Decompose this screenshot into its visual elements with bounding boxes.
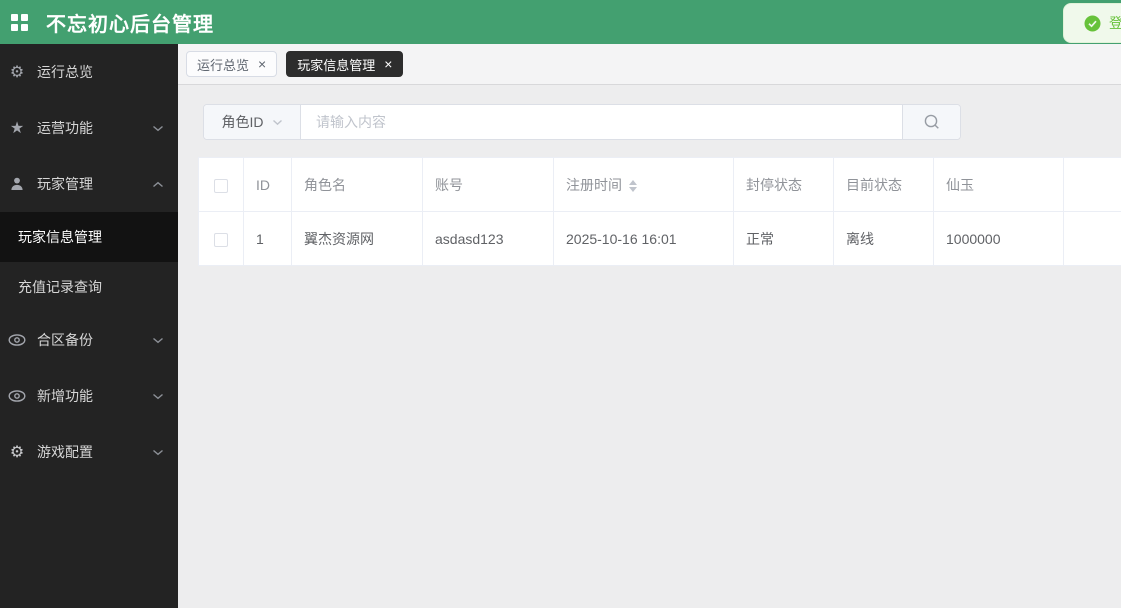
column-header-ban-status: 封停状态 bbox=[733, 157, 834, 212]
sidebar-item-zone-merge-backup[interactable]: 合区备份 bbox=[0, 312, 178, 368]
sidebar-item-label: 运行总览 bbox=[37, 64, 93, 80]
search-bar: 角色ID bbox=[203, 104, 961, 140]
column-header-id: ID bbox=[243, 157, 292, 212]
search-field-select[interactable]: 角色ID bbox=[204, 105, 301, 139]
chevron-down-icon bbox=[152, 393, 164, 400]
chevron-down-icon bbox=[152, 449, 164, 456]
eye-icon bbox=[6, 390, 28, 402]
sidebar-item-new-features[interactable]: 新增功能 bbox=[0, 368, 178, 424]
chevron-down-icon bbox=[152, 337, 164, 344]
chevron-up-icon bbox=[152, 181, 164, 188]
cell-current-status: 离线 bbox=[833, 211, 934, 266]
chevron-down-icon bbox=[152, 125, 164, 132]
row-checkbox[interactable] bbox=[214, 232, 228, 247]
cell-register-time: 2025-10-16 16:01 bbox=[553, 211, 734, 266]
user-icon bbox=[6, 176, 28, 192]
tab-label: 运行总览 bbox=[197, 57, 250, 73]
column-header-role-name: 角色名 bbox=[291, 157, 423, 212]
main-content: 运行总览 × 玩家信息管理 × 角色ID 请输入内容 ID 角色名 账号 注册时… bbox=[178, 44, 1121, 608]
tab-player-info-management[interactable]: 玩家信息管理 × bbox=[286, 51, 404, 77]
cell-account: asdasd123 bbox=[422, 211, 554, 266]
sidebar-item-label: 玩家管理 bbox=[37, 176, 93, 192]
column-header-extra bbox=[1063, 157, 1121, 212]
table-row: 1 翼杰资源网 asdasd123 2025-10-16 16:01 正常 离线… bbox=[198, 211, 1121, 266]
cell-ban-status: 正常 bbox=[733, 211, 834, 266]
cell-extra bbox=[1063, 211, 1121, 266]
gear-solid-icon: ⚙ bbox=[9, 444, 25, 461]
sidebar-item-label: 合区备份 bbox=[37, 332, 93, 348]
admin-app: 不忘初心后台管理 登 ⚙ 运行总览 ★ 运营功能 玩家管理 玩家信息管理 充值记… bbox=[0, 0, 1121, 608]
success-check-icon bbox=[1084, 15, 1101, 32]
sidebar-item-label: 运营功能 bbox=[37, 120, 93, 136]
search-input[interactable] bbox=[301, 105, 902, 139]
success-toast: 登 bbox=[1063, 3, 1121, 43]
sidebar-item-label: 新增功能 bbox=[37, 388, 93, 404]
cell-id: 1 bbox=[243, 211, 292, 266]
tab-label: 玩家信息管理 bbox=[297, 57, 376, 73]
sidebar-item-label: 游戏配置 bbox=[37, 444, 93, 460]
toast-text: 登 bbox=[1109, 15, 1121, 31]
page-title: 不忘初心后台管理 bbox=[46, 13, 214, 36]
grid-icon[interactable] bbox=[10, 12, 30, 32]
star-icon: ★ bbox=[9, 120, 25, 137]
sidebar-item-run-overview[interactable]: ⚙ 运行总览 bbox=[0, 44, 178, 100]
search-icon bbox=[923, 113, 941, 131]
select-value: 角色ID bbox=[221, 114, 264, 130]
sidebar-item-player-info-management[interactable]: 玩家信息管理 bbox=[0, 212, 178, 262]
close-icon[interactable]: × bbox=[384, 57, 392, 71]
sidebar: ⚙ 运行总览 ★ 运营功能 玩家管理 玩家信息管理 充值记录查询 合区备份 新增… bbox=[0, 44, 178, 608]
column-header-current-status: 目前状态 bbox=[833, 157, 934, 212]
cell-role-name: 翼杰资源网 bbox=[291, 211, 423, 266]
sidebar-item-game-config[interactable]: ⚙ 游戏配置 bbox=[0, 424, 178, 480]
sidebar-subitem-label: 玩家信息管理 bbox=[18, 229, 102, 245]
sidebar-item-operations[interactable]: ★ 运营功能 bbox=[0, 100, 178, 156]
top-header: 不忘初心后台管理 bbox=[0, 0, 1121, 44]
sidebar-item-player-management[interactable]: 玩家管理 bbox=[0, 156, 178, 212]
close-icon[interactable]: × bbox=[258, 57, 266, 71]
eye-icon bbox=[6, 334, 28, 346]
search-button[interactable] bbox=[902, 105, 960, 139]
chevron-down-icon bbox=[272, 119, 283, 126]
sidebar-subitem-label: 充值记录查询 bbox=[18, 279, 102, 295]
sort-toggle[interactable] bbox=[629, 179, 637, 192]
column-header-account: 账号 bbox=[422, 157, 554, 212]
tab-run-overview[interactable]: 运行总览 × bbox=[186, 51, 278, 77]
player-table: ID 角色名 账号 注册时间 封停状态 目前状态 仙玉 1 翼杰资源网 asda… bbox=[198, 157, 1121, 266]
sidebar-item-recharge-record-query[interactable]: 充值记录查询 bbox=[0, 262, 178, 312]
gear-icon: ⚙ bbox=[9, 64, 25, 81]
select-all-checkbox[interactable] bbox=[214, 178, 228, 193]
tab-bar: 运行总览 × 玩家信息管理 × bbox=[178, 44, 1121, 85]
cell-xianyu: 1000000 bbox=[933, 211, 1064, 266]
table-header-row: ID 角色名 账号 注册时间 封停状态 目前状态 仙玉 bbox=[198, 157, 1121, 212]
column-header-xianyu: 仙玉 bbox=[933, 157, 1064, 212]
column-header-register-time: 注册时间 bbox=[553, 157, 734, 212]
